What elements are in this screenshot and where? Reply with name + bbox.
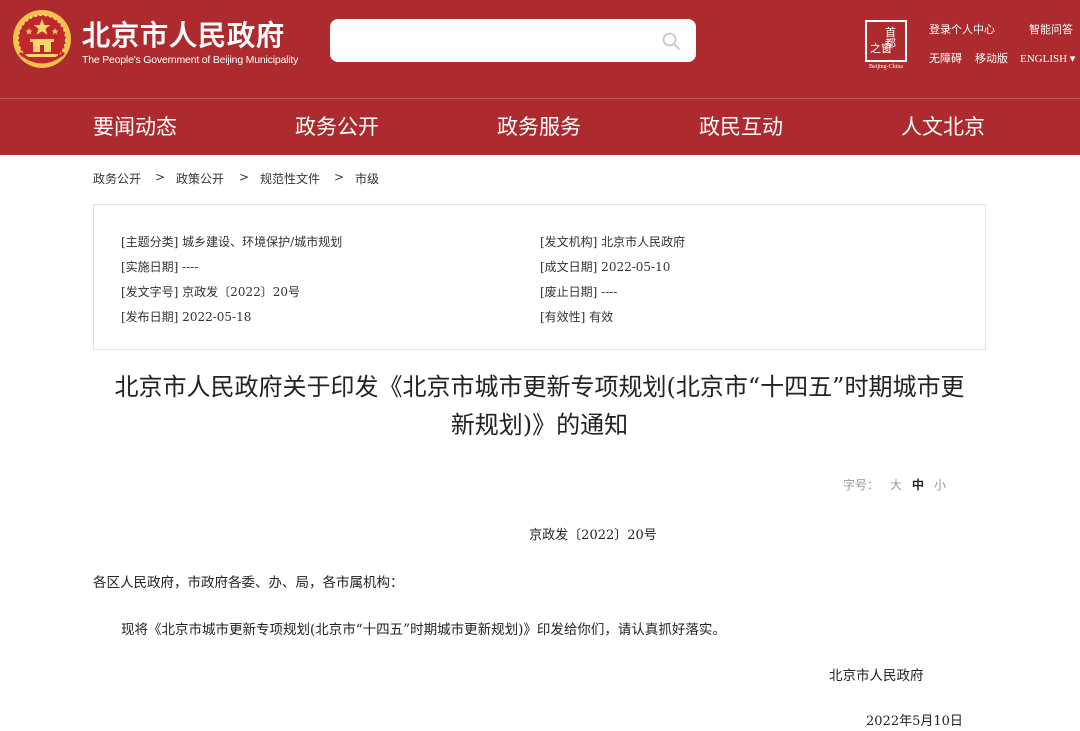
seal-caption: Beijing-China	[869, 64, 903, 70]
search-icon[interactable]	[661, 31, 681, 51]
signature-date: 2022年5月10日	[866, 714, 963, 729]
meta-validity: [有效性] 有效	[540, 310, 614, 324]
seal-frame: 首都 之窗	[865, 20, 907, 62]
article-title: 北京市人民政府关于印发《北京市城市更新专项规划(北京市“十四五”时期城市更 新规…	[93, 368, 986, 444]
meta-issuer: [发文机构] 北京市人民政府	[540, 235, 686, 249]
site-title[interactable]: 北京市人民政府	[82, 14, 285, 54]
font-size-large-option[interactable]: 大	[890, 476, 902, 493]
font-size-label: 字号：	[843, 478, 880, 492]
site-subtitle-en: The People's Government of Beijing Munic…	[82, 54, 299, 66]
nav-news[interactable]: 要闻动态	[93, 99, 177, 155]
nav-gov-affairs-open[interactable]: 政务公开	[295, 99, 379, 155]
nav-gov-services[interactable]: 政务服务	[497, 99, 581, 155]
document-number: 京政发〔2022〕20号	[529, 528, 657, 543]
font-size-medium-option[interactable]: 中	[912, 476, 924, 493]
document-metadata: [主题分类] 城乡建设、环境保护/城市规划 [发文机构] 北京市人民政府 [实施…	[93, 204, 986, 350]
salutation: 各区人民政府，市政府各委、办、局，各市属机构：	[93, 575, 404, 591]
accessibility-link[interactable]: 无障碍	[929, 50, 962, 66]
search-input[interactable]	[330, 19, 696, 62]
seal-text-bottom: 之窗	[870, 42, 892, 55]
meta-repeal-date: [废止日期] ----	[540, 285, 618, 299]
breadcrumb-item[interactable]: 规范性文件	[260, 170, 320, 187]
meta-topic: [主题分类] 城乡建设、环境保护/城市规划	[121, 235, 343, 249]
mobile-version-link[interactable]: 移动版	[975, 50, 1008, 66]
meta-publish-date: [发布日期] 2022-05-18	[121, 310, 252, 324]
main-nav: 要闻动态 政务公开 政务服务 政民互动 人文北京	[0, 98, 1080, 155]
article-title-line2: 新规划)》的通知	[450, 411, 629, 439]
article-title-line1: 北京市人民政府关于印发《北京市城市更新专项规划(北京市“十四五”时期城市更	[114, 373, 965, 401]
capital-window-logo[interactable]: 首都 之窗 Beijing-China	[862, 20, 910, 70]
breadcrumb-item[interactable]: 市级	[355, 170, 379, 187]
smart-qa-link[interactable]: 智能问答	[1029, 21, 1073, 37]
meta-doc-number: [发文字号] 京政发〔2022〕20号	[121, 285, 300, 299]
meta-effective-date: [实施日期] ----	[121, 260, 199, 274]
font-size-small-option[interactable]: 小	[934, 476, 946, 493]
nav-interaction[interactable]: 政民互动	[699, 99, 783, 155]
signature-issuer: 北京市人民政府	[829, 668, 924, 684]
nav-culture[interactable]: 人文北京	[901, 99, 985, 155]
breadcrumb-item[interactable]: 政务公开	[93, 170, 141, 187]
login-link[interactable]: 登录个人中心	[929, 21, 995, 37]
national-emblem-icon[interactable]	[12, 9, 72, 69]
site-header: 北京市人民政府 The People's Government of Beiji…	[0, 0, 1080, 98]
breadcrumb-separator: >	[239, 170, 250, 184]
breadcrumb-separator: >	[155, 170, 166, 184]
meta-written-date: [成文日期] 2022-05-10	[540, 260, 671, 274]
body-paragraph: 现将《北京市城市更新专项规划(北京市“十四五”时期城市更新规划)》印发给你们，请…	[121, 622, 726, 638]
english-dropdown[interactable]: ENGLISH ▾	[1020, 52, 1075, 65]
breadcrumb-item[interactable]: 政策公开	[176, 170, 224, 187]
breadcrumb-separator: >	[334, 170, 345, 184]
